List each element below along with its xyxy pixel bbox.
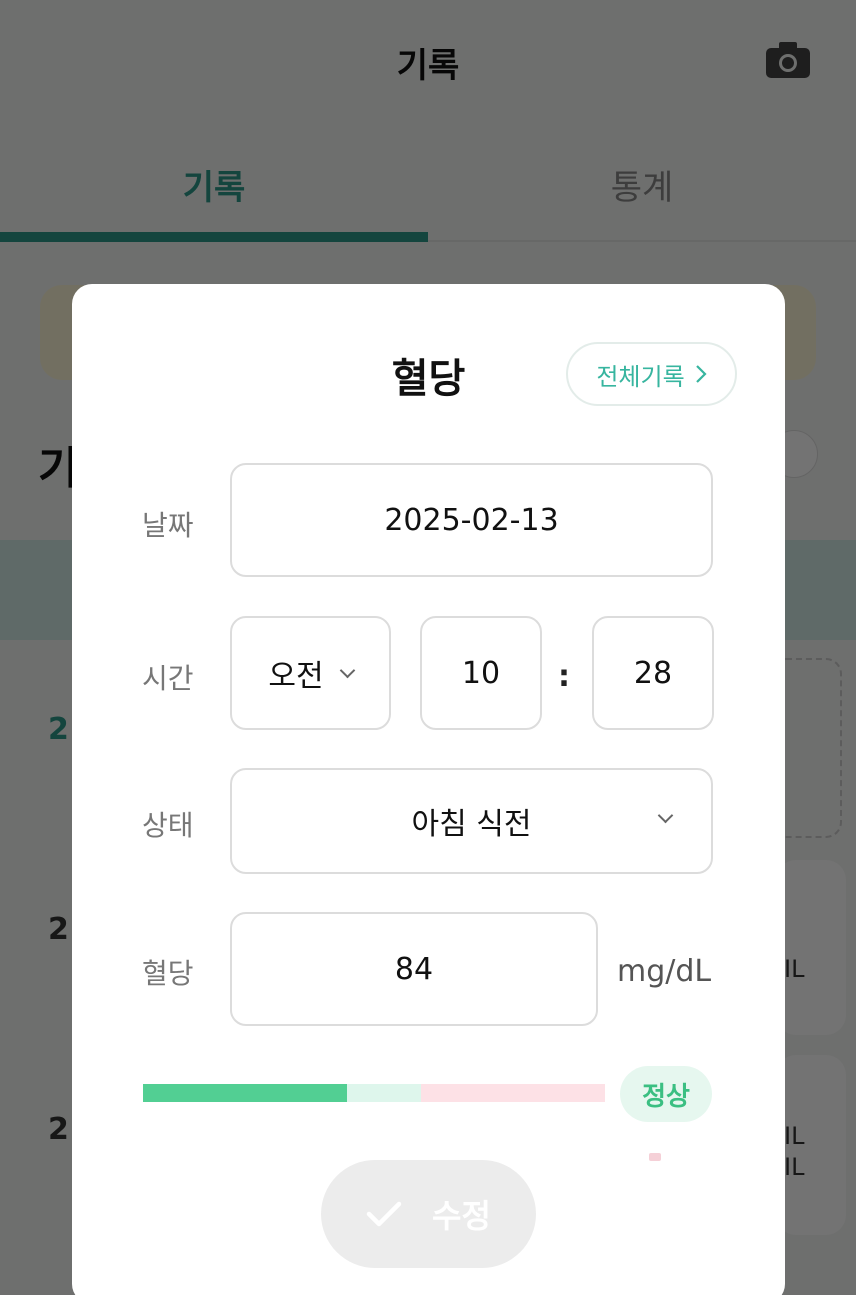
status-badge: 정상 — [620, 1066, 712, 1122]
glucose-label: 혈당 — [142, 957, 194, 990]
state-select[interactable]: 아침 식전 — [230, 768, 713, 874]
range-normal-segment — [143, 1084, 347, 1102]
chevron-down-icon — [339, 662, 355, 678]
date-label: 날짜 — [142, 509, 194, 542]
date-field[interactable]: 2025-02-13 — [230, 463, 713, 577]
edit-submit-button[interactable]: 수정 — [321, 1160, 536, 1268]
chevron-right-icon — [695, 365, 707, 383]
hour-input[interactable]: 10 — [420, 616, 542, 730]
time-label: 시간 — [142, 662, 194, 695]
ampm-select[interactable]: 오전 — [230, 616, 391, 730]
hour-value: 10 — [461, 655, 501, 691]
view-all-records-button[interactable]: 전체기록 — [566, 342, 737, 406]
time-separator: : — [558, 659, 570, 694]
state-label: 상태 — [142, 809, 194, 842]
check-icon — [366, 1201, 402, 1227]
glucose-value: 84 — [394, 951, 434, 987]
state-value: 아침 식전 — [411, 807, 532, 842]
view-all-records-label: 전체기록 — [596, 362, 685, 391]
range-high-segment — [421, 1084, 605, 1102]
minute-input[interactable]: 28 — [592, 616, 714, 730]
range-caution-segment — [347, 1084, 421, 1102]
glucose-unit: mg/dL — [617, 954, 712, 989]
glucose-input[interactable]: 84 — [230, 912, 598, 1026]
date-value: 2025-02-13 — [384, 502, 559, 538]
edit-submit-label: 수정 — [432, 1197, 491, 1235]
minute-value: 28 — [633, 655, 673, 691]
glucose-edit-modal: 혈당 전체기록 날짜 2025-02-13 시간 오전 10 : 28 상태 아… — [72, 284, 785, 1295]
chevron-down-icon — [657, 807, 674, 824]
range-marker — [649, 1153, 661, 1161]
ampm-value: 오전 — [268, 659, 324, 694]
glucose-range-bar — [143, 1084, 605, 1102]
